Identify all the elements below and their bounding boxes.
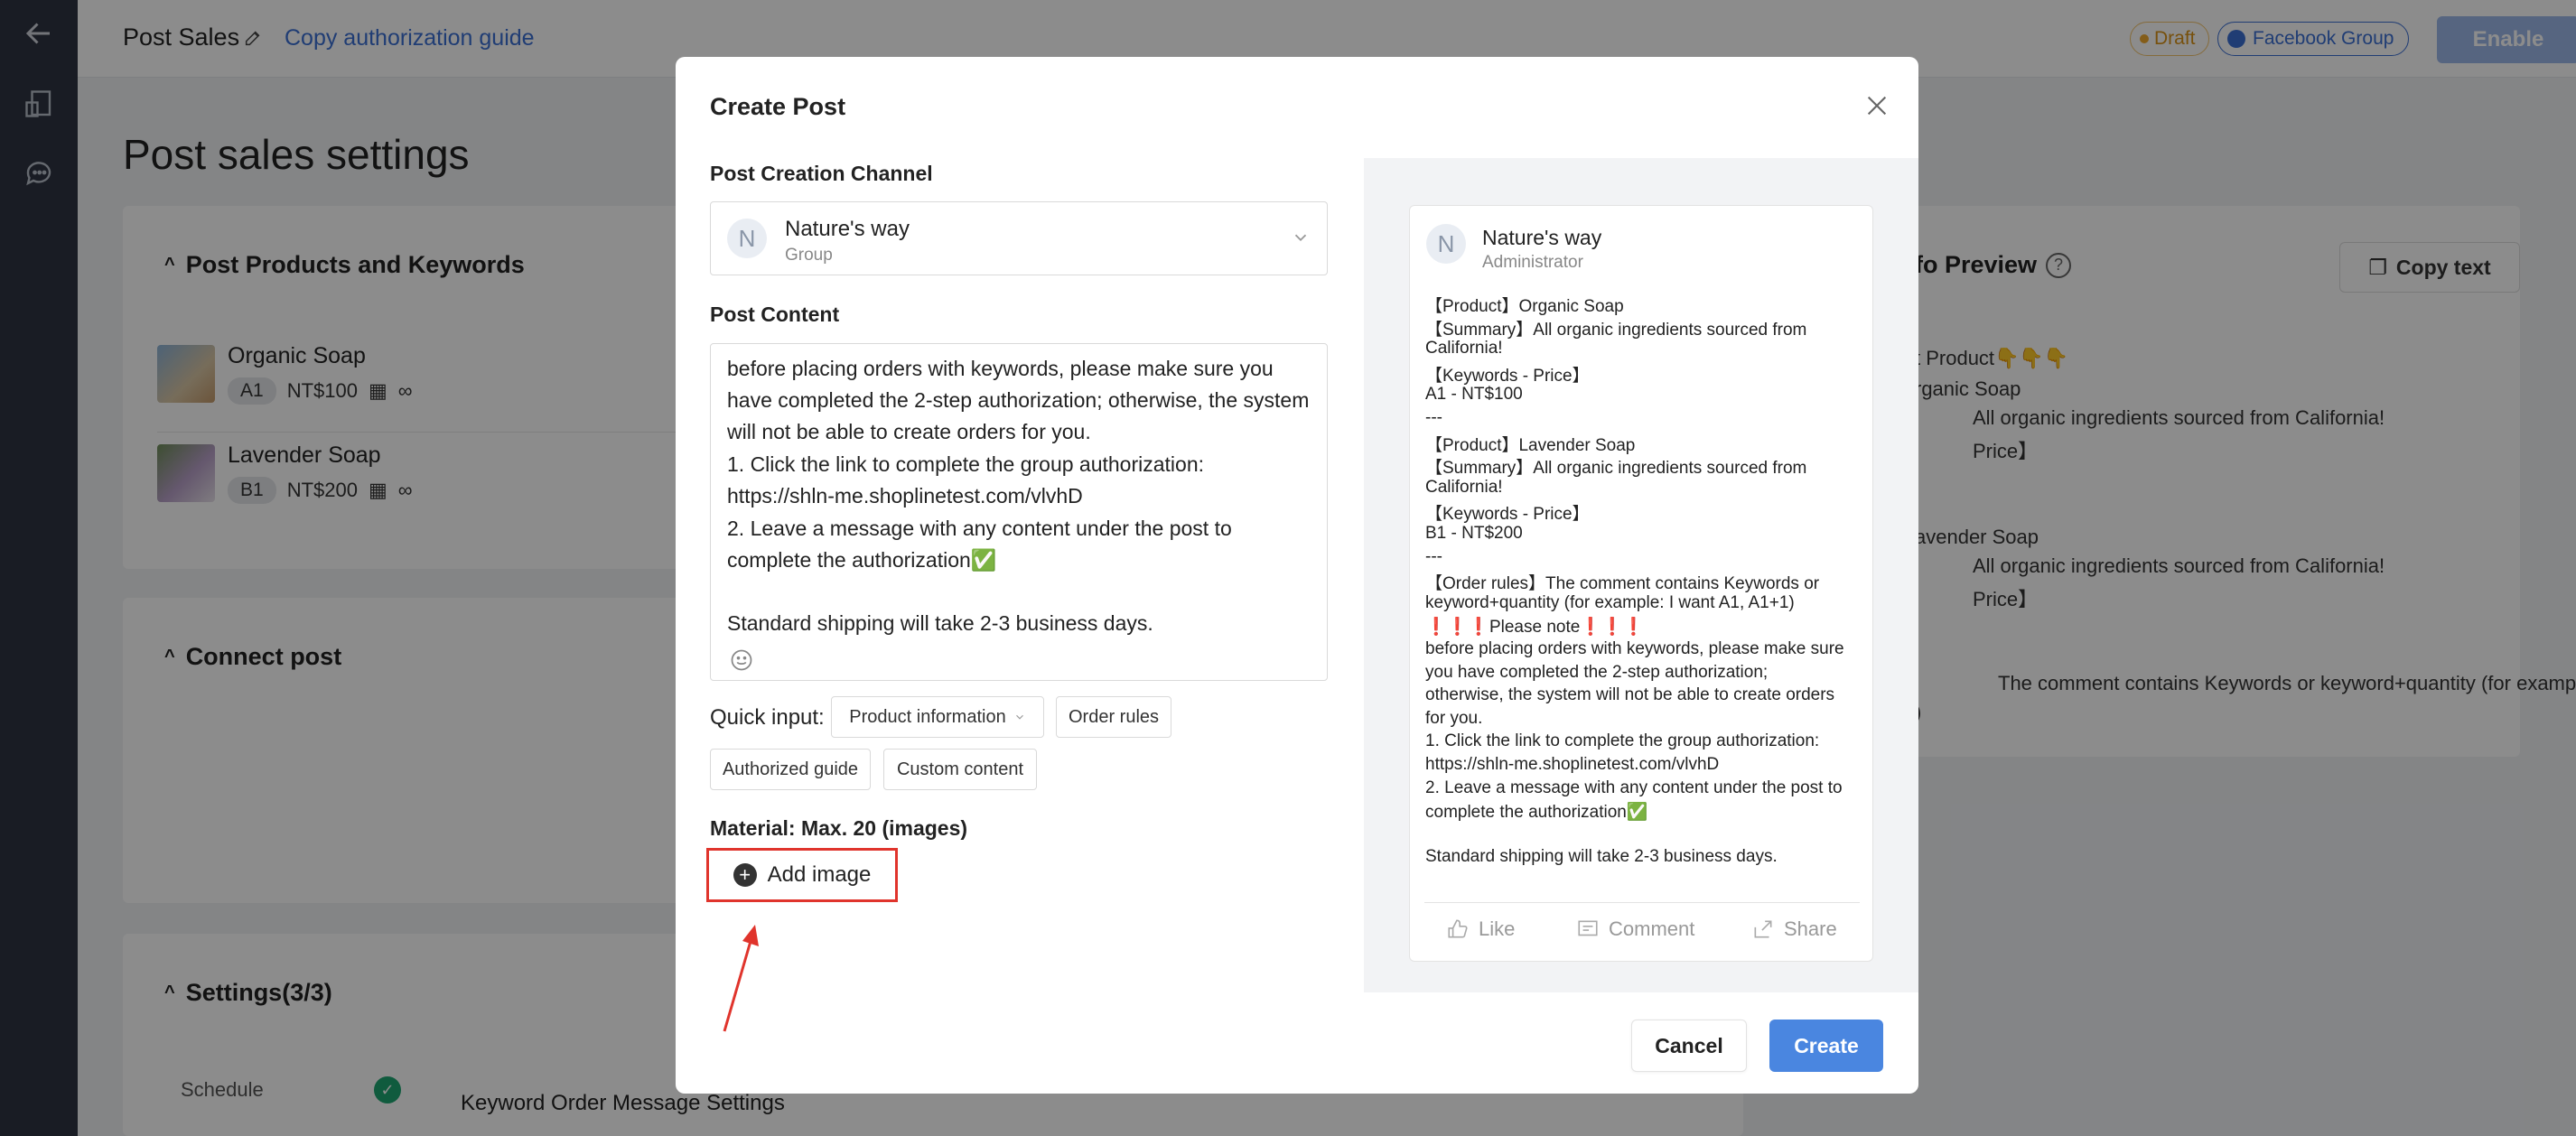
content-line: 1. Click the link to complete the group … (727, 452, 1205, 476)
preview-line: ❗❗❗Please note❗❗❗ (1425, 618, 1645, 638)
content-line: Standard shipping will take 2-3 business… (727, 611, 1153, 635)
preview-line: 【Summary】All organic ingredients sourced… (1425, 320, 1807, 340)
preview-line: for you. (1425, 708, 1483, 728)
comment-label: Comment (1609, 917, 1695, 940)
authorized-guide-button[interactable]: Authorized guide (710, 749, 871, 790)
content-line: 2. Leave a message with any content unde… (727, 517, 1232, 540)
share-icon (1754, 920, 1772, 938)
content-line: before placing orders with keywords, ple… (727, 357, 1274, 380)
preview-line: otherwise, the system will not be able t… (1425, 685, 1835, 705)
product-information-label: Product information (849, 706, 1006, 727)
preview-line: 1. Click the link to complete the group … (1425, 731, 1820, 751)
chevron-down-icon (1294, 234, 1307, 242)
preview-line: 2. Leave a message with any content unde… (1425, 778, 1843, 797)
emoji-icon[interactable] (729, 647, 754, 673)
order-rules-button[interactable]: Order rules (1056, 696, 1171, 738)
add-image-button[interactable]: + Add image (706, 848, 898, 902)
material-label: Material: Max. 20 (images) (710, 816, 968, 840)
post-preview-pane: N Nature's way Administrator 【Product】Or… (1364, 158, 1918, 992)
preview-line: 【Summary】All organic ingredients sourced… (1425, 459, 1807, 479)
preview-line: --- (1425, 408, 1442, 427)
preview-line: complete the authorization✅ (1425, 803, 1648, 823)
custom-content-button[interactable]: Custom content (883, 749, 1037, 790)
like-action: Like (1446, 917, 1515, 941)
divider (1424, 902, 1860, 903)
chevron-down-icon (1015, 714, 1023, 720)
preview-line: A1 - NT$100 (1425, 385, 1523, 405)
like-label: Like (1479, 917, 1516, 940)
preview-line: keyword+quantity (for example: I want A1… (1425, 592, 1795, 612)
content-line: will not be able to create orders for yo… (727, 420, 1091, 443)
modal-title: Create Post (710, 93, 846, 120)
comment-action: Comment (1576, 917, 1694, 941)
product-information-dropdown[interactable]: Product information (831, 696, 1044, 738)
preview-line: before placing orders with keywords, ple… (1425, 639, 1844, 658)
add-image-label: Add image (767, 862, 872, 887)
cancel-button[interactable]: Cancel (1631, 1020, 1747, 1072)
post-content-textarea[interactable]: before placing orders with keywords, ple… (710, 343, 1328, 681)
channel-type: Group (785, 246, 833, 265)
share-label: Share (1784, 917, 1837, 940)
preview-line: 【Product】Organic Soap (1425, 297, 1624, 316)
annotation-arrow-icon (723, 925, 759, 1032)
content-line: https://shln-me.shoplinetest.com/vlvhD (727, 484, 1083, 507)
preview-line: California! (1425, 477, 1503, 497)
preview-line: 【Keywords - Price】 (1425, 505, 1590, 525)
content-line: complete the authorization✅ (727, 548, 997, 572)
preview-line: Standard shipping will take 2-3 business… (1425, 847, 1778, 867)
channel-name: Nature's way (785, 217, 910, 241)
content-line: have completed the 2-step authorization;… (727, 388, 1310, 412)
preview-line: --- (1425, 546, 1442, 566)
preview-line: B1 - NT$200 (1425, 524, 1523, 543)
close-icon[interactable] (1862, 91, 1891, 120)
create-button[interactable]: Create (1769, 1020, 1883, 1072)
quick-input-label: Quick input: (710, 705, 825, 730)
content-label: Post Content (710, 303, 840, 326)
channel-select[interactable]: N Nature's way Group (710, 201, 1328, 275)
share-action: Share (1751, 917, 1837, 941)
preview-line: California! (1425, 339, 1503, 358)
create-post-modal: Create Post Post Creation Channel N Natu… (676, 57, 1918, 1094)
post-preview-card: N Nature's way Administrator 【Product】Or… (1409, 205, 1873, 962)
preview-author-role: Administrator (1482, 253, 1583, 272)
channel-label: Post Creation Channel (710, 162, 933, 185)
preview-line: https://shln-me.shoplinetest.com/vlvhD (1425, 755, 1720, 774)
preview-author-name: Nature's way (1482, 226, 1602, 249)
thumbs-up-icon (1448, 919, 1468, 938)
comment-icon (1578, 920, 1598, 936)
channel-avatar: N (727, 219, 767, 258)
preview-avatar: N (1426, 224, 1466, 264)
preview-line: 【Product】Lavender Soap (1425, 435, 1636, 455)
preview-line: 【Keywords - Price】 (1425, 366, 1590, 386)
preview-line: 【Order rules】The comment contains Keywor… (1425, 574, 1820, 594)
plus-circle-icon: + (733, 863, 757, 887)
preview-line: you have completed the 2-step authorizat… (1425, 662, 1769, 682)
